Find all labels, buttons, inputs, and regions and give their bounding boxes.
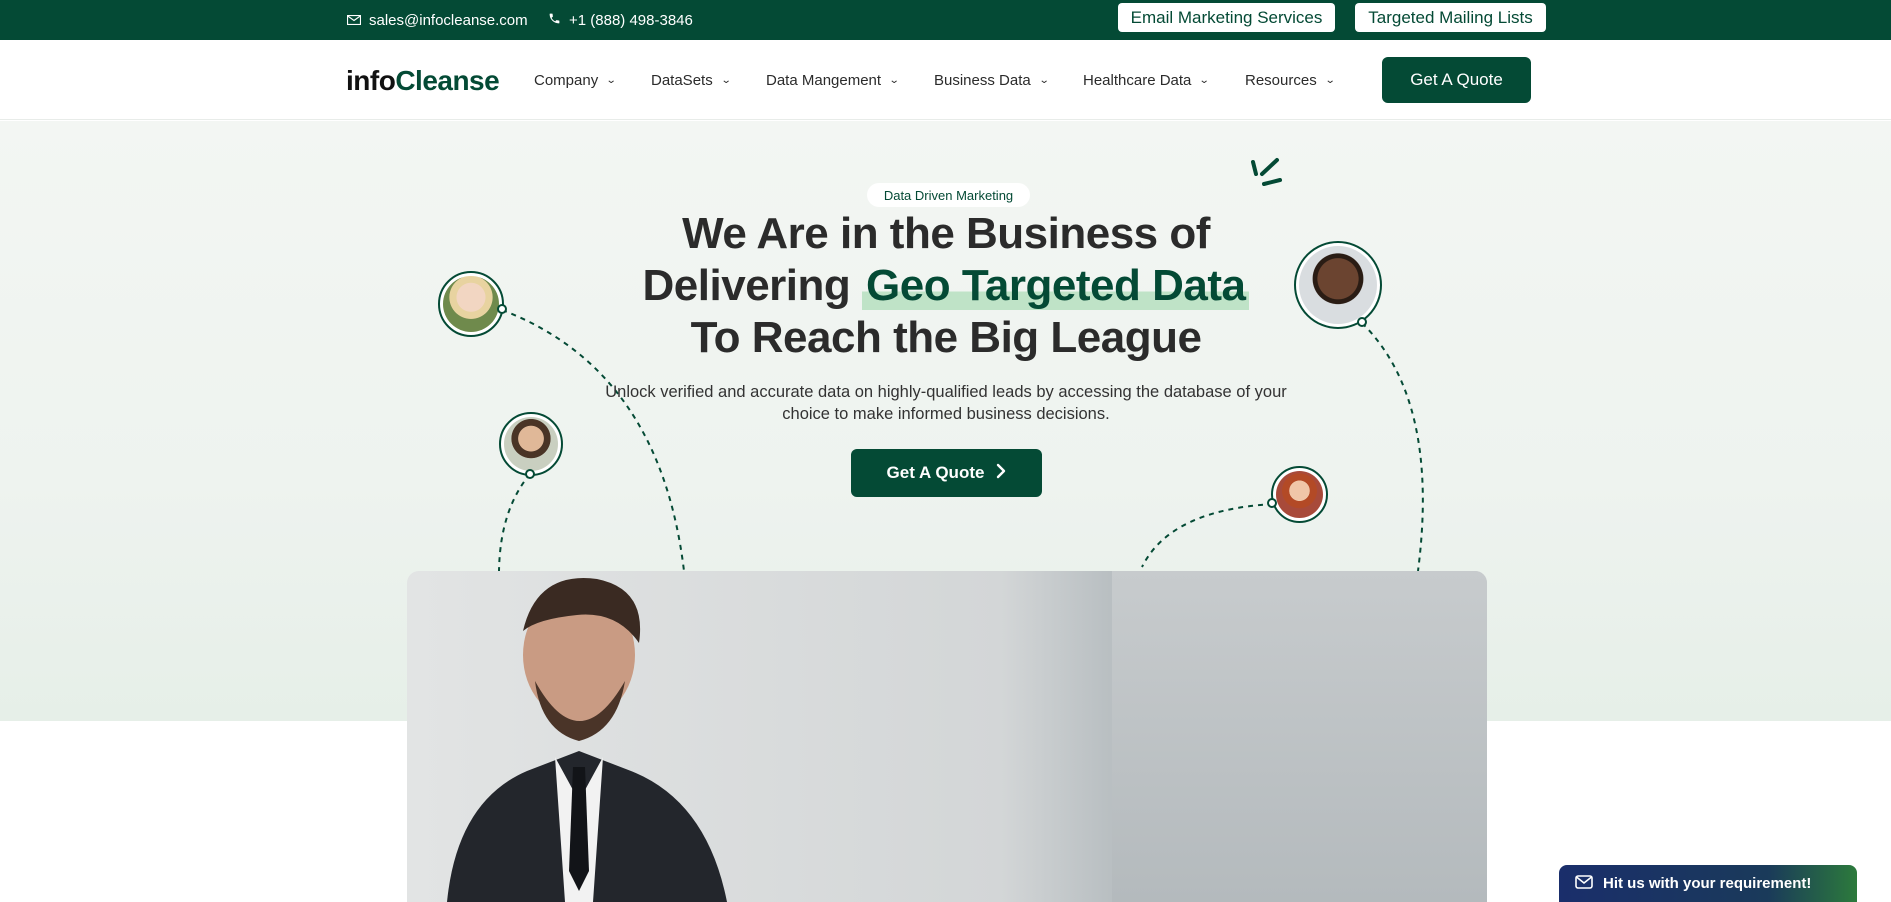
presenter-figure [447, 578, 727, 902]
nav-resources[interactable]: Resources ⌄ [1245, 40, 1336, 120]
chevron-down-icon: ⌄ [1324, 74, 1336, 86]
connector-dot [1357, 317, 1367, 327]
avatar-man-glasses [499, 412, 563, 476]
hero-badge: Data Driven Marketing [867, 183, 1030, 207]
nav-datasets-label: DataSets [651, 71, 713, 89]
phone-icon [548, 12, 569, 29]
nav-healthcare-data-label: Healthcare Data [1083, 71, 1192, 89]
headline-line-2-prefix: Delivering [642, 261, 851, 310]
site-header: infoCleanse Company ⌄ DataSets ⌄ Data Ma… [0, 40, 1891, 120]
nav-data-management-label: Data Mangement [766, 71, 882, 89]
nav-business-data[interactable]: Business Data ⌄ [934, 40, 1050, 120]
nav-company-label: Company [534, 71, 599, 89]
nav-resources-label: Resources [1245, 71, 1317, 89]
chat-widget-label: Hit us with your requirement! [1603, 875, 1812, 892]
contact-phone-text: +1 (888) 498-3846 [569, 11, 693, 29]
chevron-down-icon: ⌄ [888, 74, 900, 86]
header-get-quote-button[interactable]: Get A Quote [1382, 57, 1531, 103]
contact-email[interactable]: sales@infocleanse.com [346, 0, 528, 40]
nav-business-data-label: Business Data [934, 71, 1031, 89]
connector-dot [497, 304, 507, 314]
contact-email-text: sales@infocleanse.com [369, 11, 528, 29]
targeted-mailing-lists-link[interactable]: Targeted Mailing Lists [1355, 3, 1546, 32]
infocleanse-logo[interactable]: infoCleanse [346, 65, 500, 97]
logo-info: info [346, 65, 396, 96]
avatar-man-smiling [1294, 241, 1382, 329]
mail-icon [1575, 874, 1603, 893]
chevron-right-icon [996, 463, 1006, 484]
connector-dot [1267, 498, 1277, 508]
nav-datasets[interactable]: DataSets ⌄ [651, 40, 732, 120]
hero-subtext: Unlock verified and accurate data on hig… [605, 383, 1287, 423]
top-contact-bar: sales@infocleanse.com +1 (888) 498-3846 … [0, 0, 1891, 40]
nav-company[interactable]: Company ⌄ [534, 40, 617, 120]
hero-photo-presenter [407, 571, 1487, 902]
headline-line-3: To Reach the Big League [690, 313, 1202, 362]
hero-get-quote-button[interactable]: Get A Quote [851, 449, 1042, 497]
chevron-down-icon: ⌄ [1199, 74, 1211, 86]
nav-healthcare-data[interactable]: Healthcare Data ⌄ [1083, 40, 1211, 120]
headline-accent: Geo Targeted Data [862, 261, 1250, 310]
hero-get-quote-label: Get A Quote [886, 463, 985, 482]
envelope-icon [346, 12, 369, 29]
nav-data-management[interactable]: Data Mangement ⌄ [766, 40, 900, 120]
logo-cleanse: Cleanse [395, 65, 500, 96]
contact-phone[interactable]: +1 (888) 498-3846 [548, 0, 693, 40]
email-marketing-services-link[interactable]: Email Marketing Services [1118, 3, 1335, 32]
chevron-down-icon: ⌄ [1038, 74, 1050, 86]
chat-widget[interactable]: Hit us with your requirement! [1559, 865, 1857, 902]
headline-line-1: We Are in the Business of [682, 209, 1210, 258]
chevron-down-icon: ⌄ [720, 74, 732, 86]
chevron-down-icon: ⌄ [605, 74, 617, 86]
avatar-woman-blonde [438, 271, 504, 337]
avatar-woman-redhead [1271, 466, 1328, 523]
connector-dot [525, 469, 535, 479]
hero-headline: We Are in the Business of Delivering Geo… [560, 208, 1332, 364]
